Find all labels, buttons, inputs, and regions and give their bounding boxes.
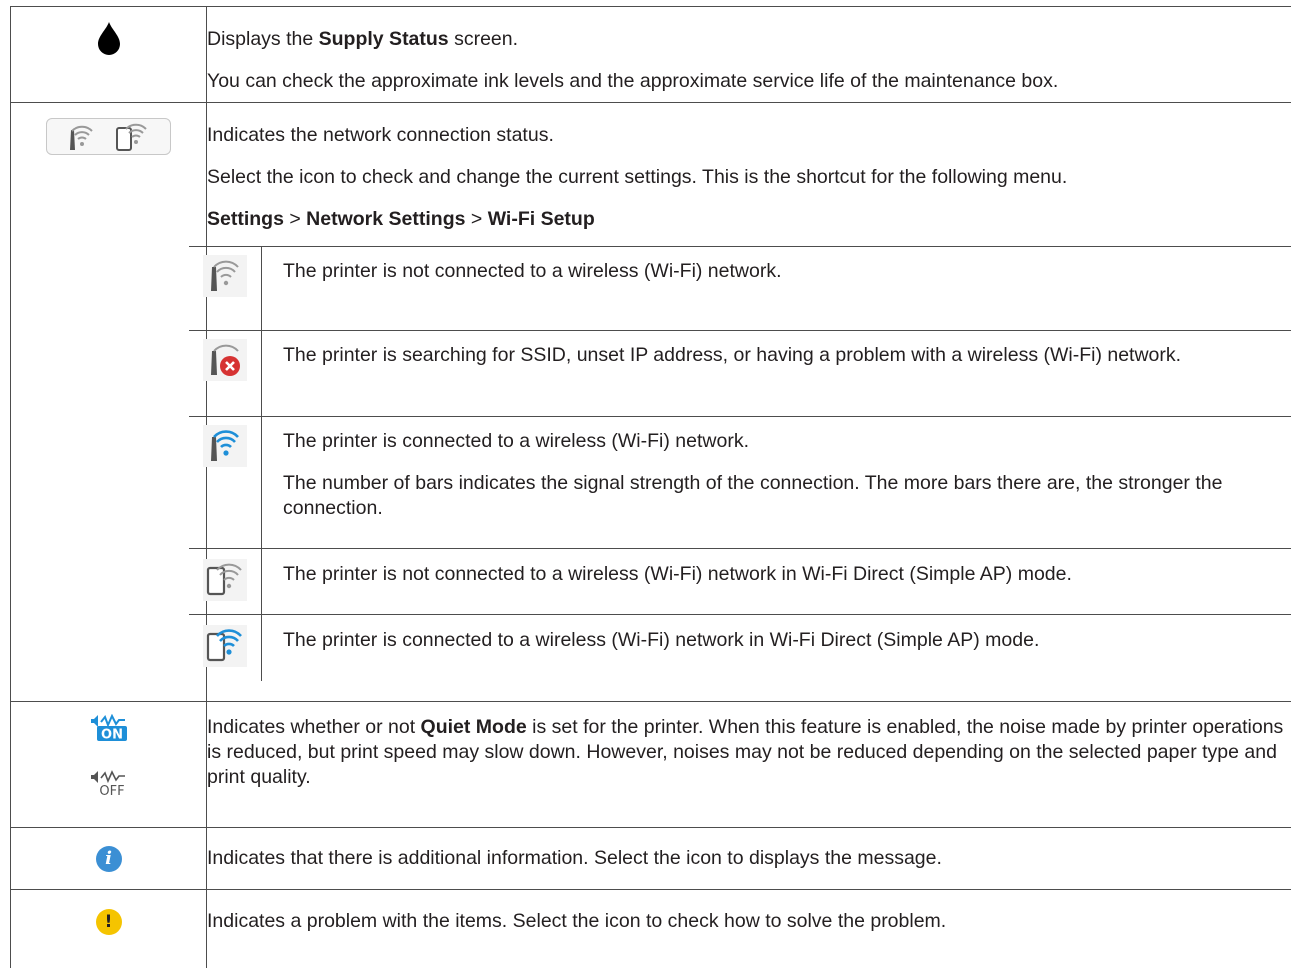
table-row-warning: ! Indicates a problem with the items. Se…: [10, 889, 1291, 968]
desc-cell-info: Indicates that there is additional infor…: [206, 827, 1291, 890]
network-status-icon[interactable]: [46, 118, 171, 155]
wifi-direct-icon: [115, 123, 147, 151]
quiet-mode-text: Indicates whether or not Quiet Mode is s…: [207, 716, 1284, 788]
wifi-disconnected-icon: [203, 255, 247, 297]
state-text: The printer is connected to a wireless (…: [283, 629, 1040, 651]
wifi-direct-disconnected-icon: [203, 559, 247, 601]
icon-cell-quiet: ON OFF: [10, 701, 207, 828]
ink-drop-icon: [97, 21, 121, 55]
supply-line-1: Displays the Supply Status screen.: [207, 28, 519, 50]
state-text: The printer is searching for SSID, unset…: [283, 344, 1182, 366]
svg-text:OFF: OFF: [99, 784, 124, 798]
table-row-network: Indicates the network connection status.…: [10, 102, 1291, 702]
table-row: The printer is not connected to a wirele…: [189, 548, 1291, 615]
quiet-mode-off-icon[interactable]: OFF: [89, 770, 129, 798]
table-row: The printer is searching for SSID, unset…: [189, 330, 1291, 417]
quiet-mode-on-icon[interactable]: ON: [89, 714, 129, 742]
wifi-tower-icon: [69, 125, 93, 150]
state-text: The printer is not connected to a wirele…: [283, 563, 1072, 585]
table-row: The printer is connected to a wireless (…: [189, 416, 1291, 549]
table-row-quiet-mode: ON OFF Indicates whether or not Quiet Mo…: [10, 701, 1291, 828]
supply-line-2: You can check the approximate ink levels…: [207, 70, 1059, 92]
desc-cell-network: Indicates the network connection status.…: [189, 102, 1291, 702]
info-icon[interactable]: i: [95, 846, 122, 872]
desc-cell-supply: Displays the Supply Status screen. You c…: [206, 6, 1291, 103]
icon-cell-info: i: [10, 827, 207, 890]
icon-cell-network: [10, 102, 207, 702]
warning-icon[interactable]: !: [95, 909, 122, 935]
icon-cell-warning: !: [10, 889, 207, 968]
network-line-1: Indicates the network connection status.: [207, 124, 554, 146]
wifi-direct-connected-icon: [203, 625, 247, 667]
network-states-table: The printer is not connected to a wirele…: [189, 246, 1291, 681]
icon-cell-supply: [10, 6, 207, 103]
table-row: The printer is connected to a wireless (…: [189, 614, 1291, 681]
table-row-supply: Displays the Supply Status screen. You c…: [10, 6, 1291, 103]
desc-cell-quiet: Indicates whether or not Quiet Mode is s…: [206, 701, 1291, 828]
network-menu-path: Settings > Network Settings > Wi-Fi Setu…: [207, 208, 595, 230]
network-line-2: Select the icon to check and change the …: [207, 166, 1068, 188]
svg-text:ON: ON: [101, 728, 123, 743]
state-text-detail: The number of bars indicates the signal …: [283, 472, 1223, 519]
info-text: Indicates that there is additional infor…: [207, 847, 942, 869]
state-text: The printer is not connected to a wirele…: [283, 260, 782, 282]
warning-text: Indicates a problem with the items. Sele…: [207, 910, 947, 932]
wifi-error-icon: [203, 339, 247, 381]
state-text: The printer is connected to a wireless (…: [283, 430, 749, 452]
table-row-info: i Indicates that there is additional inf…: [10, 827, 1291, 890]
status-icon-table: Displays the Supply Status screen. You c…: [10, 6, 1291, 968]
table-row: The printer is not connected to a wirele…: [189, 246, 1291, 331]
wifi-connected-icon: [203, 425, 247, 467]
desc-cell-warning: Indicates a problem with the items. Sele…: [206, 889, 1291, 968]
